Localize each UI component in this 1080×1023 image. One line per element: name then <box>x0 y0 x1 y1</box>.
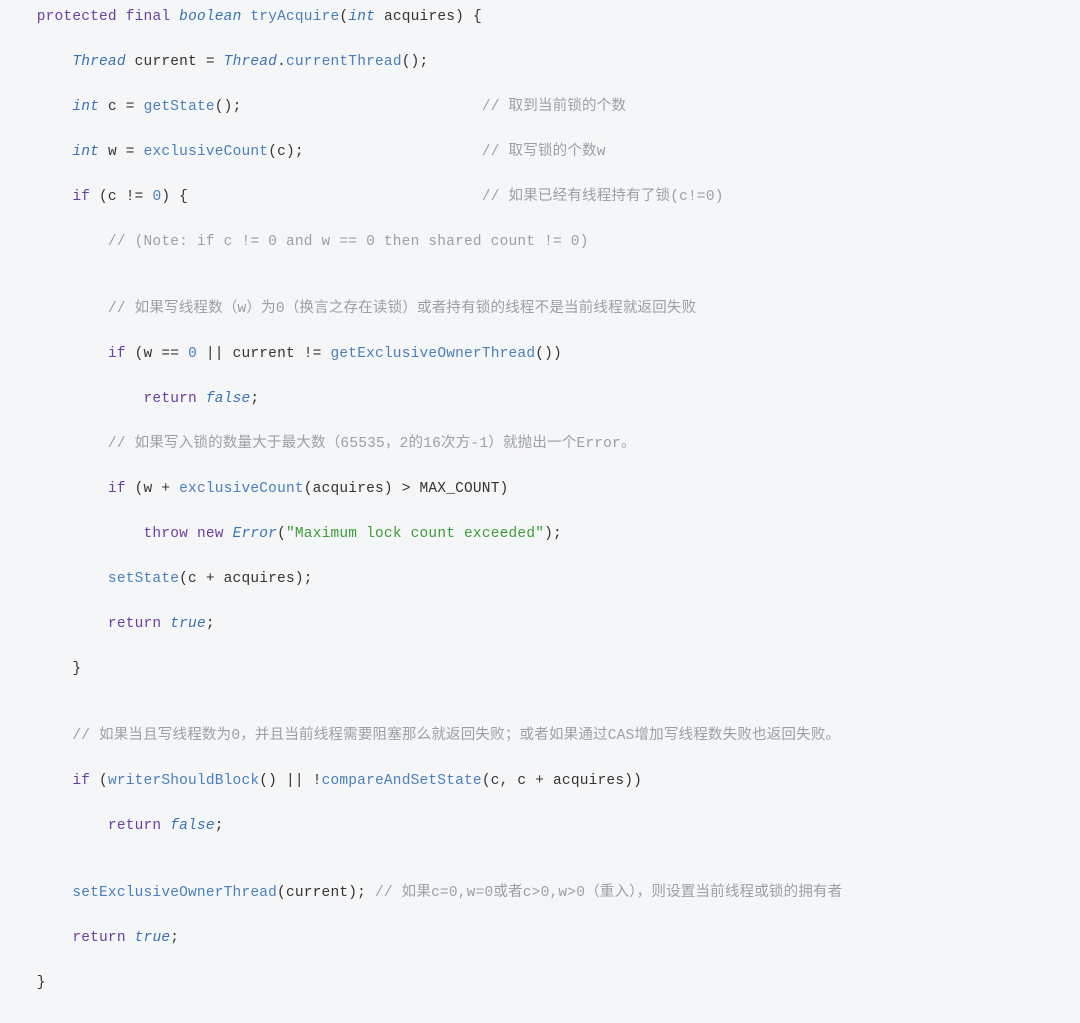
code-block: protected final boolean tryAcquire(int a… <box>0 0 1080 1023</box>
comment: // 取到当前锁的个数 <box>482 99 626 115</box>
code-line: return false; <box>10 815 1070 837</box>
comment: // 如果c=0,w=0或者c>0,w>0（重入），则设置当前线程或锁的拥有者 <box>375 885 842 901</box>
code-line: Thread current = Thread.currentThread(); <box>10 51 1070 73</box>
code-line: setExclusiveOwnerThread(current); // 如果c… <box>10 882 1070 904</box>
code-line: protected final boolean tryAcquire(int a… <box>10 6 1070 28</box>
code-line: return true; <box>10 613 1070 635</box>
comment: // (Note: if c != 0 and w == 0 then shar… <box>108 234 589 250</box>
comment: // 如果当且写线程数为0，并且当前线程需要阻塞那么就返回失败；或者如果通过CA… <box>72 728 840 744</box>
comment: // 如果已经有线程持有了锁(c!=0) <box>482 189 724 205</box>
comment: // 如果写线程数（w）为0（换言之存在读锁）或者持有锁的线程不是当前线程就返回… <box>108 301 696 317</box>
code-line: } <box>10 972 1070 994</box>
code-line: // 如果当且写线程数为0，并且当前线程需要阻塞那么就返回失败；或者如果通过CA… <box>10 725 1070 747</box>
code-line: return false; <box>10 388 1070 410</box>
code-line: int w = exclusiveCount(c); // 取写锁的个数w <box>10 141 1070 163</box>
code-line: if (writerShouldBlock() || !compareAndSe… <box>10 770 1070 792</box>
code-line: return true; <box>10 927 1070 949</box>
comment: // 如果写入锁的数量大于最大数（65535，2的16次方-1）就抛出一个Err… <box>108 436 636 452</box>
code-line: if (c != 0) { // 如果已经有线程持有了锁(c!=0) <box>10 186 1070 208</box>
comment: // 取写锁的个数w <box>482 144 606 160</box>
code-line: setState(c + acquires); <box>10 568 1070 590</box>
code-line: throw new Error("Maximum lock count exce… <box>10 523 1070 545</box>
code-line: // (Note: if c != 0 and w == 0 then shar… <box>10 231 1070 253</box>
code-line: if (w == 0 || current != getExclusiveOwn… <box>10 343 1070 365</box>
code-line: int c = getState(); // 取到当前锁的个数 <box>10 96 1070 118</box>
code-line: if (w + exclusiveCount(acquires) > MAX_C… <box>10 478 1070 500</box>
code-line: // 如果写入锁的数量大于最大数（65535，2的16次方-1）就抛出一个Err… <box>10 433 1070 455</box>
code-line: // 如果写线程数（w）为0（换言之存在读锁）或者持有锁的线程不是当前线程就返回… <box>10 298 1070 320</box>
code-line: } <box>10 658 1070 680</box>
